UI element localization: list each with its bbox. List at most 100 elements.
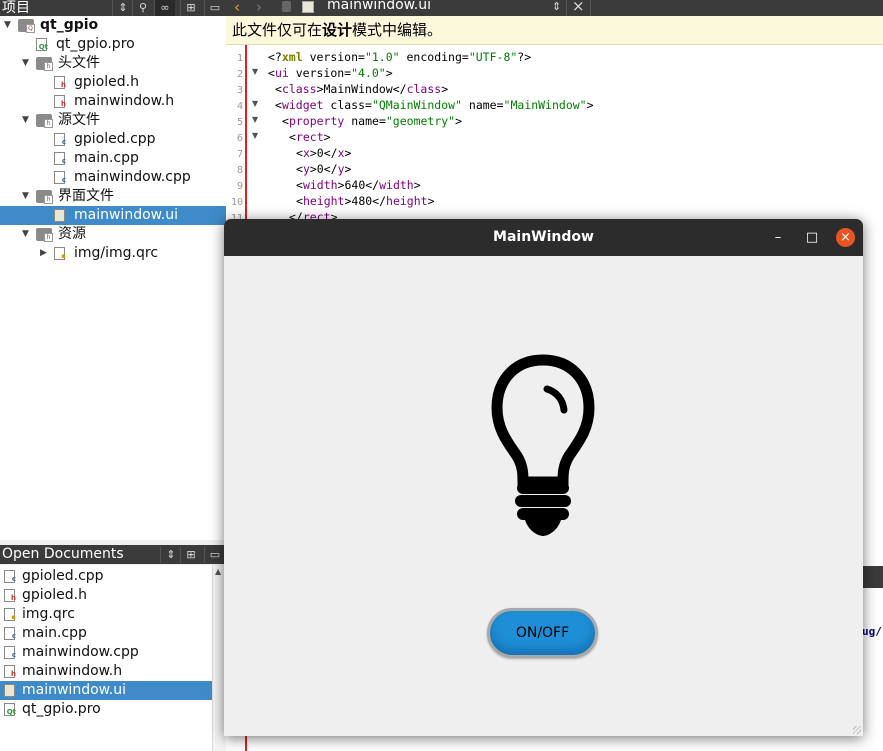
line-number: 3 bbox=[236, 85, 243, 96]
resize-grip[interactable] bbox=[853, 726, 861, 734]
open-document-label: main.cpp bbox=[22, 625, 87, 641]
ui-file-icon bbox=[302, 1, 314, 13]
view-selector-arrows-icon[interactable]: ⇕ bbox=[112, 0, 133, 16]
folder-icon: h bbox=[36, 114, 53, 128]
tree-item-label: gpioled.cpp bbox=[74, 131, 156, 147]
cpp-file-icon: c bbox=[4, 646, 16, 659]
editor-tab-title[interactable]: mainwindow.ui bbox=[327, 0, 431, 13]
tree-item[interactable]: ▼ Qqt_gpio bbox=[0, 16, 226, 35]
lock-icon bbox=[282, 1, 291, 12]
project-icon: Q bbox=[18, 19, 35, 33]
fold-marker-icon[interactable]: ▼ bbox=[252, 67, 258, 76]
tree-item[interactable]: c main.cpp bbox=[0, 149, 226, 168]
tree-item[interactable]: c gpioled.cpp bbox=[0, 130, 226, 149]
line-number: 4 bbox=[236, 101, 243, 112]
document-selector-arrows-icon[interactable]: ⇕ bbox=[552, 0, 561, 13]
close-pane-icon[interactable]: ▭ bbox=[204, 547, 225, 563]
close-icon[interactable]: × bbox=[836, 228, 855, 247]
fold-marker-icon[interactable]: ▼ bbox=[252, 131, 258, 140]
minimize-icon[interactable]: – bbox=[767, 227, 789, 249]
open-documents-title: Open Documents bbox=[2, 546, 124, 562]
expand-arrow-icon[interactable]: ▼ bbox=[22, 54, 29, 73]
tree-item[interactable]: Qt qt_gpio.pro bbox=[0, 35, 226, 54]
cpp-file-icon: c bbox=[4, 570, 16, 583]
view-selector-arrows-icon[interactable]: ⇕ bbox=[160, 547, 181, 563]
collapse-arrow-icon[interactable]: ▶ bbox=[40, 244, 47, 263]
code-line-10: <height>480</height> bbox=[296, 194, 435, 208]
scroll-up-icon[interactable]: ▲ bbox=[215, 567, 221, 576]
tree-item-label: mainwindow.cpp bbox=[74, 169, 191, 185]
tree-item[interactable]: ▼ h 源文件 bbox=[0, 111, 226, 130]
close-pane-icon[interactable]: ▭ bbox=[204, 0, 225, 16]
tree-item[interactable]: ▼ h 界面文件 bbox=[0, 187, 226, 206]
open-documents-list[interactable]: c gpioled.cpp h gpioled.h ▪ img.qrc c main.cpp c… bbox=[0, 565, 212, 751]
open-document-label: mainwindow.h bbox=[22, 663, 123, 679]
split-pane-icon[interactable]: ⊞ bbox=[180, 0, 201, 16]
tree-item[interactable]: h mainwindow.h bbox=[0, 92, 226, 111]
link-editor-icon[interactable]: ∞ bbox=[154, 0, 175, 16]
line-number: 2 bbox=[236, 69, 243, 80]
project-tree[interactable]: ▼ Qqt_gpio Qt qt_gpio.pro ▼ h 头文件 h gpioled.h h ma… bbox=[0, 16, 226, 540]
qrc-file-icon: ▪ bbox=[4, 608, 16, 621]
on-off-button[interactable]: ON/OFF bbox=[487, 608, 598, 658]
open-document-label: img.qrc bbox=[22, 606, 75, 622]
open-document-item[interactable]: c gpioled.cpp bbox=[0, 567, 212, 586]
tree-item[interactable]: h gpioled.h bbox=[0, 73, 226, 92]
line-number: 1 bbox=[236, 53, 243, 64]
window-titlebar[interactable]: MainWindow – □ × bbox=[224, 219, 863, 256]
info-bar-message: 此文件仅可在设计模式中编辑。 bbox=[232, 21, 443, 39]
open-document-item[interactable]: mainwindow.ui bbox=[0, 681, 212, 700]
open-document-label: qt_gpio.pro bbox=[22, 701, 101, 717]
ui-file-icon bbox=[4, 684, 15, 697]
expand-arrow-icon[interactable]: ▼ bbox=[22, 225, 29, 244]
editor-toolbar: ‹ › mainwindow.ui ⇕ × bbox=[226, 0, 883, 16]
open-document-item[interactable]: h gpioled.h bbox=[0, 586, 212, 605]
open-document-item[interactable]: c main.cpp bbox=[0, 624, 212, 643]
tree-item[interactable]: c mainwindow.cpp bbox=[0, 168, 226, 187]
tree-item[interactable]: ▼ h 资源 bbox=[0, 225, 226, 244]
open-document-label: gpioled.cpp bbox=[22, 568, 104, 584]
split-pane-icon[interactable]: ⊞ bbox=[180, 547, 201, 563]
line-number: 9 bbox=[236, 181, 243, 192]
header-file-icon: h bbox=[54, 76, 66, 89]
open-document-item[interactable]: c mainwindow.cpp bbox=[0, 643, 212, 662]
folder-icon: h bbox=[36, 228, 53, 242]
expand-arrow-icon[interactable]: ▼ bbox=[22, 187, 29, 206]
folder-icon: h bbox=[36, 57, 53, 71]
code-line-1: <?xml version="1.0" encoding="UTF-8"?> bbox=[268, 50, 532, 64]
code-line-2: <ui version="4.0"> bbox=[268, 66, 393, 80]
open-document-item[interactable]: ▪ img.qrc bbox=[0, 605, 212, 624]
project-pane-header: 项目 ⇕ ⚲ ∞ ⊞ ▭ bbox=[0, 0, 226, 16]
open-document-item[interactable]: h mainwindow.h bbox=[0, 662, 212, 681]
line-number: 8 bbox=[236, 165, 243, 176]
main-window[interactable]: MainWindow – □ × ON/OFF bbox=[224, 219, 863, 736]
pro-file-icon: Qt bbox=[36, 38, 48, 51]
maximize-icon[interactable]: □ bbox=[801, 227, 823, 249]
filter-icon[interactable]: ⚲ bbox=[132, 0, 153, 16]
tree-item[interactable]: mainwindow.ui bbox=[0, 206, 226, 225]
tree-item-label: qt_gpio.pro bbox=[56, 36, 135, 52]
code-line-6: <rect> bbox=[289, 130, 331, 144]
open-document-item[interactable]: Qt qt_gpio.pro bbox=[0, 700, 212, 719]
tree-item-label: 源文件 bbox=[58, 112, 100, 128]
close-document-icon[interactable]: × bbox=[572, 0, 585, 15]
back-arrow-icon[interactable]: ‹ bbox=[234, 0, 240, 16]
fold-marker-icon[interactable]: ▼ bbox=[252, 115, 258, 124]
tree-item[interactable]: ▶ ▪ img/img.qrc bbox=[0, 244, 226, 263]
output-pane-strip bbox=[863, 566, 883, 588]
tree-item-label: gpioled.h bbox=[74, 74, 139, 90]
expand-arrow-icon[interactable]: ▼ bbox=[22, 111, 29, 130]
tree-item-label: img/img.qrc bbox=[74, 245, 159, 261]
code-line-8: <y>0</y> bbox=[296, 162, 352, 176]
project-pane-title: 项目 bbox=[2, 0, 30, 16]
folder-icon: h bbox=[36, 190, 53, 204]
fold-marker-icon[interactable]: ▼ bbox=[252, 99, 258, 108]
line-number: 6 bbox=[236, 133, 243, 144]
tree-item-label: 界面文件 bbox=[58, 188, 114, 204]
tree-item-label: 资源 bbox=[58, 226, 86, 242]
expand-arrow-icon[interactable]: ▼ bbox=[4, 16, 11, 35]
qrc-file-icon: ▪ bbox=[54, 247, 66, 260]
tree-item[interactable]: ▼ h 头文件 bbox=[0, 54, 226, 73]
forward-arrow-icon[interactable]: › bbox=[256, 0, 262, 16]
header-file-icon: h bbox=[54, 95, 66, 108]
